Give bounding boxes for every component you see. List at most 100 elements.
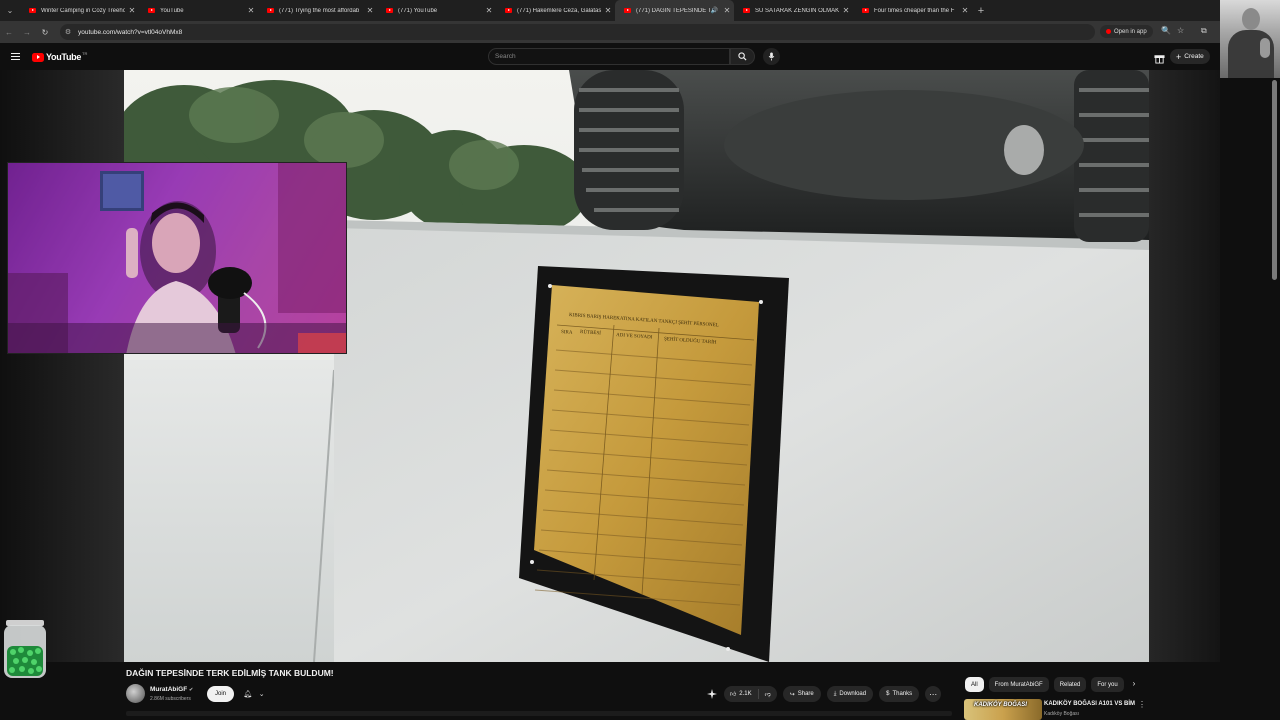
video-actions: 👍︎ 2.1K 👎︎ ↪ Share ⤓ Download $ Thanks ⋯ — [706, 686, 942, 702]
thanks-button[interactable]: $ Thanks — [879, 686, 920, 702]
site-info-icon[interactable]: ⚙ — [60, 28, 76, 36]
browser-tab[interactable]: (771) YouTube ✕ — [377, 0, 496, 21]
more-vert-icon[interactable]: ⋮ — [1138, 700, 1146, 709]
browser-tab[interactable]: Four times cheaper than the F ✕ — [853, 0, 972, 21]
channel-name-text: MuratAbiGF — [150, 686, 188, 693]
search-button[interactable] — [730, 48, 755, 65]
youtube-favicon-icon — [29, 8, 36, 13]
browser-tab[interactable]: (771) Hakemlere Ceza, Galatasa ✕ — [496, 0, 615, 21]
thumbs-up-icon: 👍︎ — [730, 692, 737, 698]
channel-avatar[interactable] — [126, 684, 145, 703]
youtube-favicon-icon — [148, 8, 155, 13]
youtube-favicon-icon — [862, 8, 869, 13]
browser-tab-strip: ⌄ Winter Camping in Cozy Treeho ✕ YouTube… — [0, 0, 1220, 21]
youtube-favicon-icon — [505, 8, 512, 13]
tab-close-icon[interactable]: ✕ — [244, 6, 258, 15]
browser-tab[interactable]: Winter Camping in Cozy Treeho ✕ — [20, 0, 139, 21]
youtube-wordmark: YouTube — [46, 52, 82, 62]
tab-title: (771) Trying the most affordab — [279, 7, 360, 14]
like-button[interactable]: 👍︎ 2.1K — [724, 689, 759, 699]
verified-check-icon: ✔ — [189, 687, 194, 693]
youtube-play-icon — [32, 52, 44, 62]
like-count: 2.1K — [739, 691, 752, 697]
zoom-icon[interactable]: 🔍 — [1161, 26, 1171, 35]
chip-for-you[interactable]: For you — [1091, 677, 1124, 692]
thanks-label: Thanks — [892, 691, 913, 697]
chip-from-channel[interactable]: From MuratAbiGF — [988, 677, 1049, 692]
streamer-webcam — [7, 162, 347, 354]
tab-close-icon[interactable]: ✕ — [958, 6, 972, 15]
dislike-button[interactable]: 👎︎ — [759, 690, 777, 698]
tab-close-icon[interactable]: ✕ — [363, 6, 377, 15]
browser-tab[interactable]: YouTube ✕ — [139, 0, 258, 21]
subscribed-bell-button[interactable]: 🔔︎ ⌄ — [240, 686, 268, 702]
description-box[interactable] — [126, 711, 952, 716]
forward-arrow-icon[interactable]: → — [18, 28, 36, 37]
video-player[interactable]: KIBRIS BARIŞ HAREKATINA KATILAN TANKÇI Ş… — [124, 70, 1149, 662]
address-bar[interactable]: ⚙ youtube.com/watch?v=vtl04oVhMx8 — [60, 24, 1095, 40]
tab-title: YouTube — [160, 7, 184, 14]
country-code: TR — [82, 50, 88, 56]
tab-title: Four times cheaper than the F — [874, 7, 955, 14]
recommended-channel[interactable]: Kadıköy Boğası — [1044, 711, 1079, 717]
youtube-favicon-icon — [624, 8, 631, 13]
page-scrollbar[interactable] — [1272, 80, 1277, 280]
new-tab-plus-icon[interactable]: + — [972, 5, 990, 17]
youtube-logo[interactable]: YouTube TR — [32, 50, 88, 62]
ai-sparkle-icon[interactable] — [706, 689, 718, 699]
player-backdrop-left — [0, 70, 124, 662]
browser-tab[interactable]: (771) Trying the most affordab ✕ — [258, 0, 377, 21]
tab-title: Winter Camping in Cozy Treeho — [41, 7, 125, 14]
thumbs-down-icon: 👎︎ — [764, 692, 771, 698]
portrait-photo — [1220, 0, 1280, 78]
chip-all[interactable]: All — [965, 677, 984, 692]
video-title: DAĞIN TEPESİNDE TERK EDİLMİŞ TANK BULDUM… — [126, 668, 334, 678]
recommended-video[interactable]: KADIKÖY BOĞASI KADIKÖY BOĞASI A101 VS Bİ… — [964, 699, 1146, 720]
tab-close-icon[interactable]: ✕ — [601, 6, 615, 15]
share-label: Share — [797, 691, 814, 697]
jar-overlay — [4, 620, 46, 678]
recommendation-chips: All From MuratAbiGF Related For you — [965, 677, 1124, 692]
tab-search-chevron-icon[interactable]: ⌄ — [0, 0, 20, 21]
bookmark-star-icon[interactable]: ☆ — [1177, 26, 1184, 35]
extensions-puzzle-icon[interactable]: ⧉ — [1201, 26, 1207, 36]
plaque-column-header: SIRA — [561, 330, 573, 336]
browser-toolbar: ← → ↻ ⚙ youtube.com/watch?v=vtl04oVhMx8 — [0, 21, 1220, 43]
chip-related[interactable]: Related — [1053, 677, 1087, 692]
tab-close-icon[interactable]: ✕ — [482, 6, 496, 15]
youtube-masthead: YouTube TR Search + Create — [0, 43, 1220, 70]
voice-search-button[interactable] — [763, 48, 780, 65]
recommended-thumbnail[interactable]: KADIKÖY BOĞASI — [964, 699, 1042, 720]
tab-close-icon[interactable]: ✕ — [125, 6, 139, 15]
chevron-right-icon[interactable]: › — [1128, 679, 1140, 691]
share-button[interactable]: ↪ Share — [782, 686, 821, 702]
gift-icon[interactable] — [1154, 51, 1165, 69]
browser-tab-active[interactable]: (771) DAĞIN TEPESİNDE TE 🔊 ✕ — [615, 0, 734, 21]
open-in-app-button[interactable]: Open in app — [1100, 25, 1153, 38]
screen: ⌄ Winter Camping in Cozy Treeho ✕ YouTube… — [0, 0, 1280, 720]
like-dislike-group: 👍︎ 2.1K 👎︎ — [724, 686, 777, 702]
tab-title: (771) Hakemlere Ceza, Galatasa — [517, 7, 601, 14]
reload-icon[interactable]: ↻ — [36, 28, 54, 37]
join-button[interactable]: Join — [207, 686, 234, 702]
menu-hamburger-icon[interactable] — [11, 53, 20, 60]
tab-close-icon[interactable]: ✕ — [720, 6, 734, 15]
share-arrow-icon: ↪ — [789, 691, 795, 698]
search-input[interactable]: Search — [488, 48, 730, 65]
speaker-icon[interactable]: 🔊 — [711, 7, 718, 14]
tab-close-icon[interactable]: ✕ — [839, 6, 853, 15]
download-label: Download — [839, 691, 867, 697]
download-button[interactable]: ⤓ Download — [826, 686, 874, 702]
tab-title: (771) DAĞIN TEPESİNDE TE — [636, 7, 711, 14]
more-actions-icon[interactable]: ⋯ — [925, 686, 942, 702]
create-button[interactable]: + Create — [1170, 49, 1210, 64]
back-arrow-icon[interactable]: ← — [0, 28, 18, 37]
url-text: youtube.com/watch?v=vtl04oVhMx8 — [78, 28, 183, 36]
thumbnail-text: KADIKÖY BOĞASI — [974, 702, 1027, 708]
channel-name[interactable]: MuratAbiGF ✔ — [150, 686, 193, 693]
youtube-favicon-icon — [743, 8, 750, 13]
youtube-app-icon — [1106, 29, 1111, 34]
search-icon — [738, 52, 747, 61]
recommended-title[interactable]: KADIKÖY BOĞASI A101 VS BİM — [1044, 701, 1135, 707]
browser-tab[interactable]: SU SATARAK ZENGİN OLMAK! ✕ — [734, 0, 853, 21]
